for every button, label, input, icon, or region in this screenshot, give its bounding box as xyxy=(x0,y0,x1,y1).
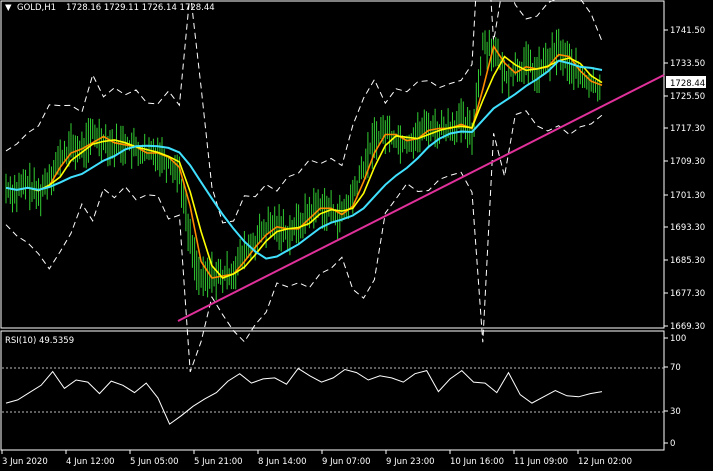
rsi-axis-label: 70 xyxy=(670,363,681,373)
price-label: 1709.30 xyxy=(670,157,705,167)
ma-medium-line xyxy=(5,55,603,279)
symbol-label: GOLD,H1 xyxy=(17,3,56,13)
rsi-path xyxy=(5,367,603,425)
trendline[interactable] xyxy=(177,74,665,322)
ohlc-readout: 1728.16 1729.11 1726.14 1728.44 xyxy=(66,3,215,13)
price-label: 1677.30 xyxy=(670,289,705,299)
rsi-label: RSI(10) 49.5359 xyxy=(5,336,74,346)
time-label: 9 Jun 07:00 xyxy=(322,457,371,467)
collapse-icon[interactable]: ▼ xyxy=(5,3,12,13)
time-label: 3 Jun 2020 xyxy=(2,457,48,467)
price-label: 1741.50 xyxy=(670,26,705,36)
price-label: 1717.30 xyxy=(670,124,705,134)
time-axis: 3 Jun 2020 4 Jun 12:00 5 Jun 05:00 5 Jun 21… xyxy=(1,450,632,467)
bollinger-bands xyxy=(5,0,603,373)
time-label: 4 Jun 12:00 xyxy=(66,457,115,467)
ma-long-line xyxy=(5,59,603,260)
rsi-line xyxy=(5,367,603,425)
price-label: 1733.50 xyxy=(670,59,705,69)
current-price-value: 1728.44 xyxy=(670,79,705,89)
time-label: 5 Jun 21:00 xyxy=(194,457,243,467)
price-axis: 1741.50 1733.50 1725.50 1717.30 1709.30 1701.… xyxy=(664,26,705,332)
time-label: 5 Jun 05:00 xyxy=(130,457,179,467)
price-label: 1669.30 xyxy=(670,322,705,332)
rsi-panel-border xyxy=(0,330,665,451)
rsi-axis-label: 30 xyxy=(670,407,681,417)
bollinger-upper xyxy=(5,0,603,224)
price-label: 1685.30 xyxy=(670,256,705,266)
price-label: 1693.30 xyxy=(670,223,705,233)
time-label: 9 Jun 23:00 xyxy=(386,457,435,467)
rsi-axis-label: 100 xyxy=(670,334,686,344)
main-panel-border xyxy=(0,0,665,329)
chart-window[interactable]: 1741.50 1733.50 1725.50 1717.30 1709.30 1701.… xyxy=(0,0,713,471)
time-label: 10 Jun 16:00 xyxy=(450,457,504,467)
time-label: 8 Jun 14:00 xyxy=(258,457,307,467)
price-label: 1701.30 xyxy=(670,191,705,201)
rsi-axis-label: 0 xyxy=(670,439,675,449)
rsi-axis: 100 70 30 0 xyxy=(664,334,686,449)
price-label: 1725.50 xyxy=(670,92,705,102)
time-label: 11 Jun 09:00 xyxy=(514,457,568,467)
time-label: 12 Jun 02:00 xyxy=(578,457,632,467)
chart-canvas[interactable]: 1741.50 1733.50 1725.50 1717.30 1709.30 1701.… xyxy=(0,0,713,471)
